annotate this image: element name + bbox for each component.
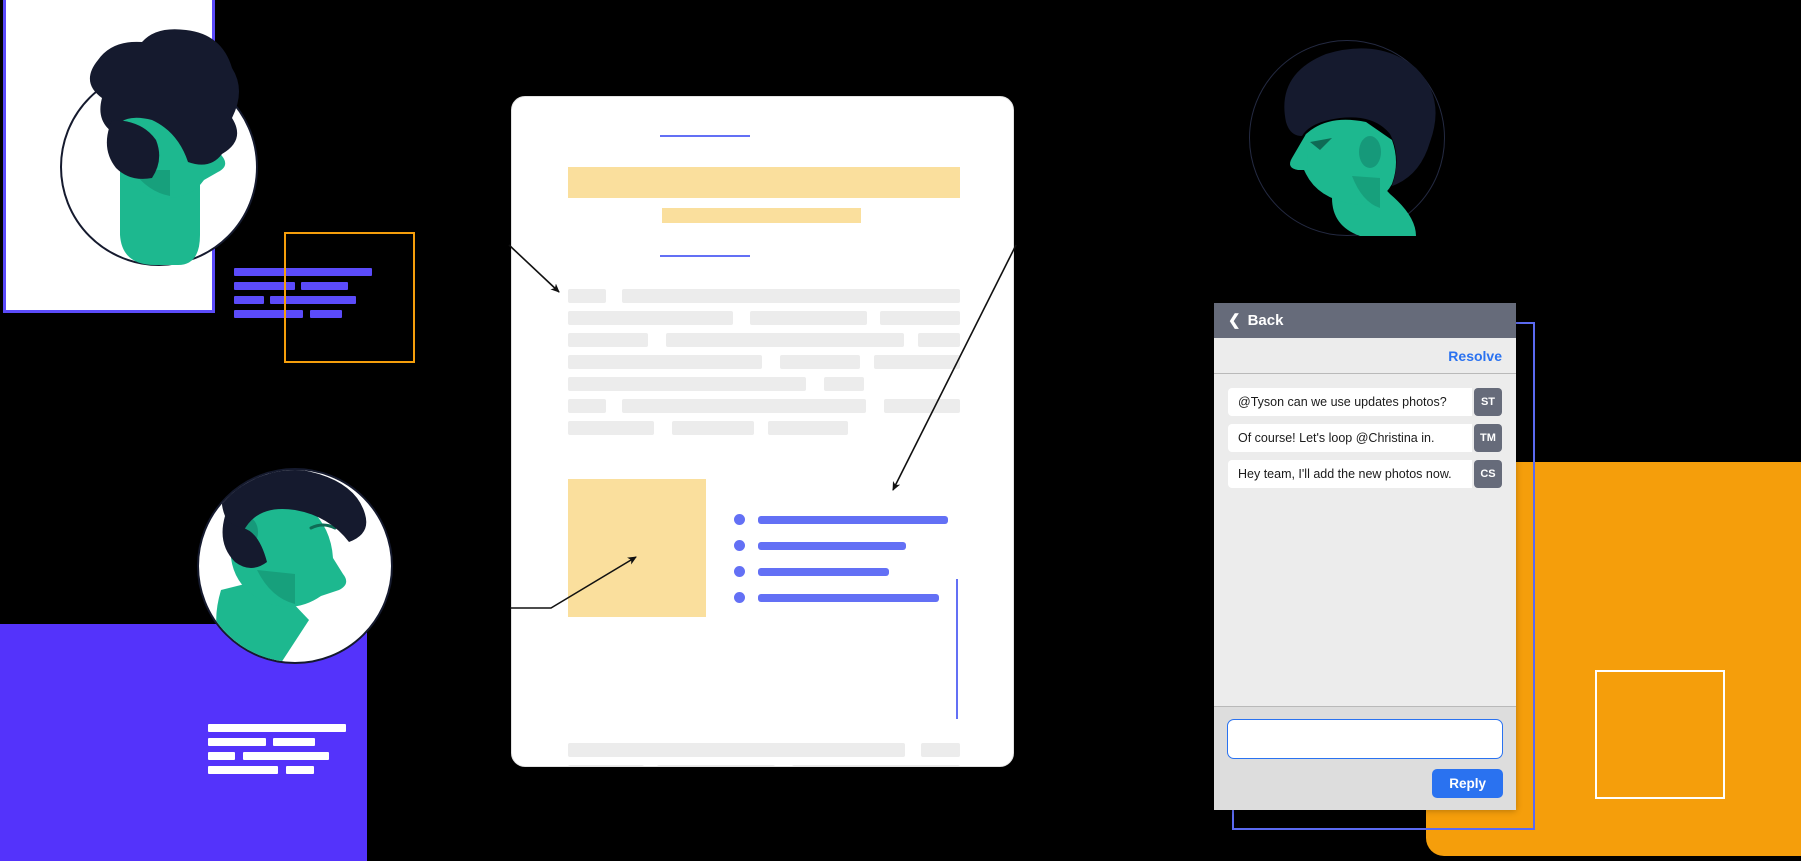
back-button-label: Back [1247, 312, 1284, 329]
chat-footer: Reply [1214, 706, 1516, 810]
resolve-button[interactable]: Resolve [1448, 348, 1502, 364]
reply-input[interactable] [1227, 719, 1503, 759]
chat-header: ❮ Back [1214, 303, 1516, 338]
doc-divider-mid [660, 255, 750, 257]
doc-bullet-list [734, 496, 948, 626]
chat-message-avatar: ST [1474, 388, 1502, 416]
chat-message-list: @Tyson can we use updates photos? ST Of … [1214, 374, 1516, 706]
avatar-profile-top-right [1284, 48, 1436, 236]
doc-paragraph-lower [568, 743, 960, 766]
avatar-profile-bottom-left [216, 470, 367, 662]
white-square-outline [1595, 670, 1725, 799]
doc-highlight-bar-1 [568, 167, 960, 198]
canvas: ❮ Back Resolve @Tyson can we use updates… [0, 0, 1801, 861]
chat-message-avatar: TM [1474, 424, 1502, 452]
doc-highlight-bar-2 [662, 208, 861, 223]
chat-message-text: Of course! Let's loop @Christina in. [1228, 424, 1472, 452]
avatar-profile-left [89, 29, 240, 265]
doc-image-placeholder[interactable] [568, 479, 706, 617]
reply-button[interactable]: Reply [1432, 769, 1503, 798]
white-bars-purple-card [208, 724, 354, 774]
chat-subbar: Resolve [1214, 338, 1516, 374]
chevron-left-icon: ❮ [1228, 312, 1241, 329]
chat-message-text: @Tyson can we use updates photos? [1228, 388, 1472, 416]
chat-message-row[interactable]: Of course! Let's loop @Christina in. TM [1228, 424, 1502, 452]
orange-outline-rect [284, 232, 415, 363]
doc-divider-top [660, 135, 750, 137]
doc-vertical-rule [956, 579, 958, 719]
chat-message-avatar: CS [1474, 460, 1502, 488]
chat-message-text: Hey team, I'll add the new photos now. [1228, 460, 1472, 488]
chat-panel: ❮ Back Resolve @Tyson can we use updates… [1214, 303, 1516, 810]
doc-paragraph-upper [568, 289, 960, 441]
chat-message-row[interactable]: Hey team, I'll add the new photos now. C… [1228, 460, 1502, 488]
avatar-circle-bottom-left [197, 468, 393, 664]
chat-message-row[interactable]: @Tyson can we use updates photos? ST [1228, 388, 1502, 416]
document-mockup[interactable] [511, 96, 1014, 767]
back-button[interactable]: ❮ Back [1228, 312, 1283, 329]
